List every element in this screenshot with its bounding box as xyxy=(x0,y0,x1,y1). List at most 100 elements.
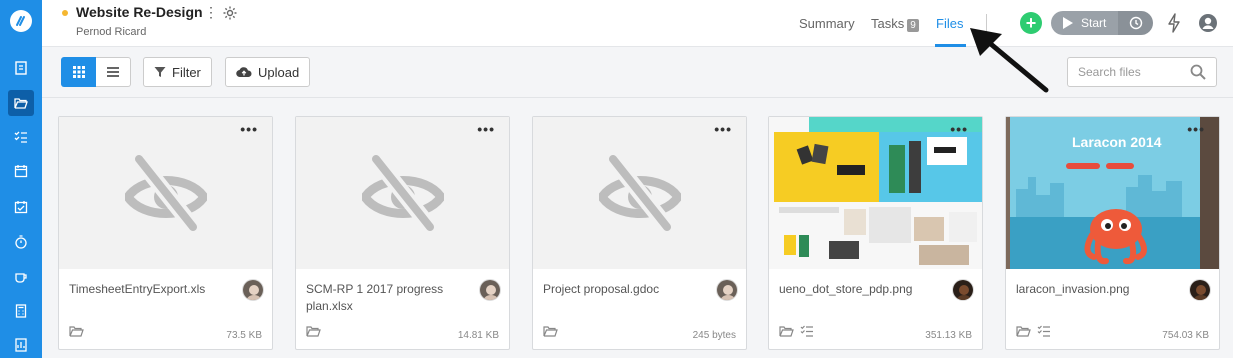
folder-open-icon[interactable] xyxy=(69,325,84,337)
file-name[interactable]: laracon_invasion.png xyxy=(1016,281,1176,298)
file-actions xyxy=(1016,325,1051,337)
file-name[interactable]: Project proposal.gdoc xyxy=(543,281,703,298)
avatar xyxy=(716,279,738,301)
file-card[interactable]: Laracon 2014 ••• laracon_invasion.png 75… xyxy=(1005,116,1220,350)
coffee-cup-icon xyxy=(15,273,27,283)
project-client[interactable]: Pernod Ricard xyxy=(76,26,146,38)
filter-label: Filter xyxy=(172,64,201,80)
filter-icon xyxy=(154,67,166,77)
file-more-icon[interactable]: ••• xyxy=(240,121,258,137)
file-actions xyxy=(779,325,814,337)
sidebar-item-document[interactable] xyxy=(8,55,34,81)
file-name[interactable]: ueno_dot_store_pdp.png xyxy=(779,281,939,298)
sidebar-item-files[interactable] xyxy=(8,90,34,116)
search-icon[interactable] xyxy=(1190,64,1206,80)
avatar xyxy=(952,279,974,301)
stopwatch-icon xyxy=(15,235,27,249)
search-input[interactable] xyxy=(1078,58,1188,86)
app-logo-icon[interactable] xyxy=(10,10,32,32)
eye-slash-icon xyxy=(362,155,444,231)
folder-open-icon[interactable] xyxy=(1016,325,1031,337)
lightning-icon[interactable] xyxy=(1166,13,1182,33)
eye-slash-icon xyxy=(125,155,207,231)
tab-tasks[interactable]: Tasks 9 xyxy=(871,16,919,32)
list-view-button[interactable] xyxy=(96,57,131,87)
avatar xyxy=(242,279,264,301)
start-label: Start xyxy=(1081,16,1107,30)
project-more-icon[interactable]: ⋮ xyxy=(204,4,218,21)
grid-view-button[interactable] xyxy=(61,57,96,87)
sidebar-item-breaks[interactable] xyxy=(8,264,34,290)
tab-files[interactable]: Files xyxy=(936,16,963,31)
search-box xyxy=(1067,57,1217,87)
list-icon xyxy=(107,67,119,77)
file-card[interactable]: ••• Project proposal.gdoc 245 bytes xyxy=(532,116,747,350)
file-name[interactable]: TimesheetEntryExport.xls xyxy=(69,281,229,298)
start-timer-button[interactable]: Start xyxy=(1051,11,1118,35)
sidebar-item-schedule[interactable] xyxy=(8,194,34,220)
filter-button[interactable]: Filter xyxy=(143,57,212,87)
document-icon xyxy=(15,61,27,75)
file-preview-unavailable xyxy=(533,117,746,269)
sidebar-item-tasks[interactable] xyxy=(8,124,34,150)
tab-summary[interactable]: Summary xyxy=(799,16,855,31)
clock-icon xyxy=(1129,16,1142,30)
task-list-icon[interactable] xyxy=(800,325,814,337)
gear-icon[interactable] xyxy=(222,5,238,21)
file-actions xyxy=(306,325,321,337)
file-more-icon[interactable]: ••• xyxy=(950,121,968,137)
timer-history-button[interactable] xyxy=(1118,11,1153,35)
upload-button[interactable]: Upload xyxy=(225,57,311,87)
file-more-icon[interactable]: ••• xyxy=(1187,121,1205,137)
avatar xyxy=(1189,279,1211,301)
add-button[interactable]: + xyxy=(1020,12,1042,34)
sidebar-item-reports[interactable] xyxy=(8,332,34,358)
sidebar-item-budget[interactable] xyxy=(8,298,34,324)
file-actions xyxy=(69,325,84,337)
file-preview-unavailable xyxy=(59,117,272,269)
user-account-icon[interactable] xyxy=(1198,13,1218,33)
project-title[interactable]: Website Re-Design xyxy=(76,4,203,20)
task-list-icon xyxy=(14,131,27,143)
tasks-count-badge: 9 xyxy=(907,19,919,32)
laracon-poster-thumbnail: Laracon 2014 xyxy=(1006,117,1219,269)
calculator-icon xyxy=(15,304,27,318)
files-toolbar: Filter Upload xyxy=(42,47,1233,98)
file-actions xyxy=(543,325,558,337)
eye-slash-icon xyxy=(599,155,681,231)
upload-label: Upload xyxy=(258,64,300,80)
file-card[interactable]: ••• ueno_dot_store_pdp.png 351.13 KB xyxy=(768,116,983,350)
file-size: 73.5 KB xyxy=(226,330,262,341)
file-name[interactable]: SCM-RP 1 2017 progress plan.xlsx xyxy=(306,281,466,315)
report-icon xyxy=(15,338,27,352)
file-more-icon[interactable]: ••• xyxy=(714,121,732,137)
file-size: 754.03 KB xyxy=(1162,330,1209,341)
file-preview-unavailable xyxy=(296,117,509,269)
folder-open-icon[interactable] xyxy=(779,325,794,337)
avatar xyxy=(479,279,501,301)
sidebar-item-calendar[interactable] xyxy=(8,158,34,184)
grid-icon xyxy=(72,66,85,78)
file-more-icon[interactable]: ••• xyxy=(477,121,495,137)
store-design-thumbnail xyxy=(769,117,982,269)
file-size: 351.13 KB xyxy=(925,330,972,341)
file-size: 14.81 KB xyxy=(457,330,499,341)
task-list-icon[interactable] xyxy=(1037,325,1051,337)
file-thumbnail[interactable] xyxy=(769,117,982,269)
calendar-icon xyxy=(14,165,28,178)
file-size: 245 bytes xyxy=(692,330,736,341)
project-status-dot xyxy=(62,10,68,16)
sidebar xyxy=(0,0,42,358)
sidebar-item-timer[interactable] xyxy=(8,229,34,255)
file-card[interactable]: ••• TimesheetEntryExport.xls 73.5 KB xyxy=(58,116,273,350)
project-header: Website Re-Design ⋮ Pernod Ricard Summar… xyxy=(42,0,1233,47)
calendar-check-icon xyxy=(14,201,28,214)
folder-open-icon[interactable] xyxy=(543,325,558,337)
file-card[interactable]: ••• SCM-RP 1 2017 progress plan.xlsx 14.… xyxy=(295,116,510,350)
nav-divider xyxy=(986,14,987,32)
folder-open-icon[interactable] xyxy=(306,325,321,337)
play-icon xyxy=(1063,17,1073,29)
folder-open-icon xyxy=(14,98,28,109)
tab-tasks-label: Tasks xyxy=(871,16,905,31)
file-thumbnail[interactable]: Laracon 2014 xyxy=(1006,117,1219,269)
